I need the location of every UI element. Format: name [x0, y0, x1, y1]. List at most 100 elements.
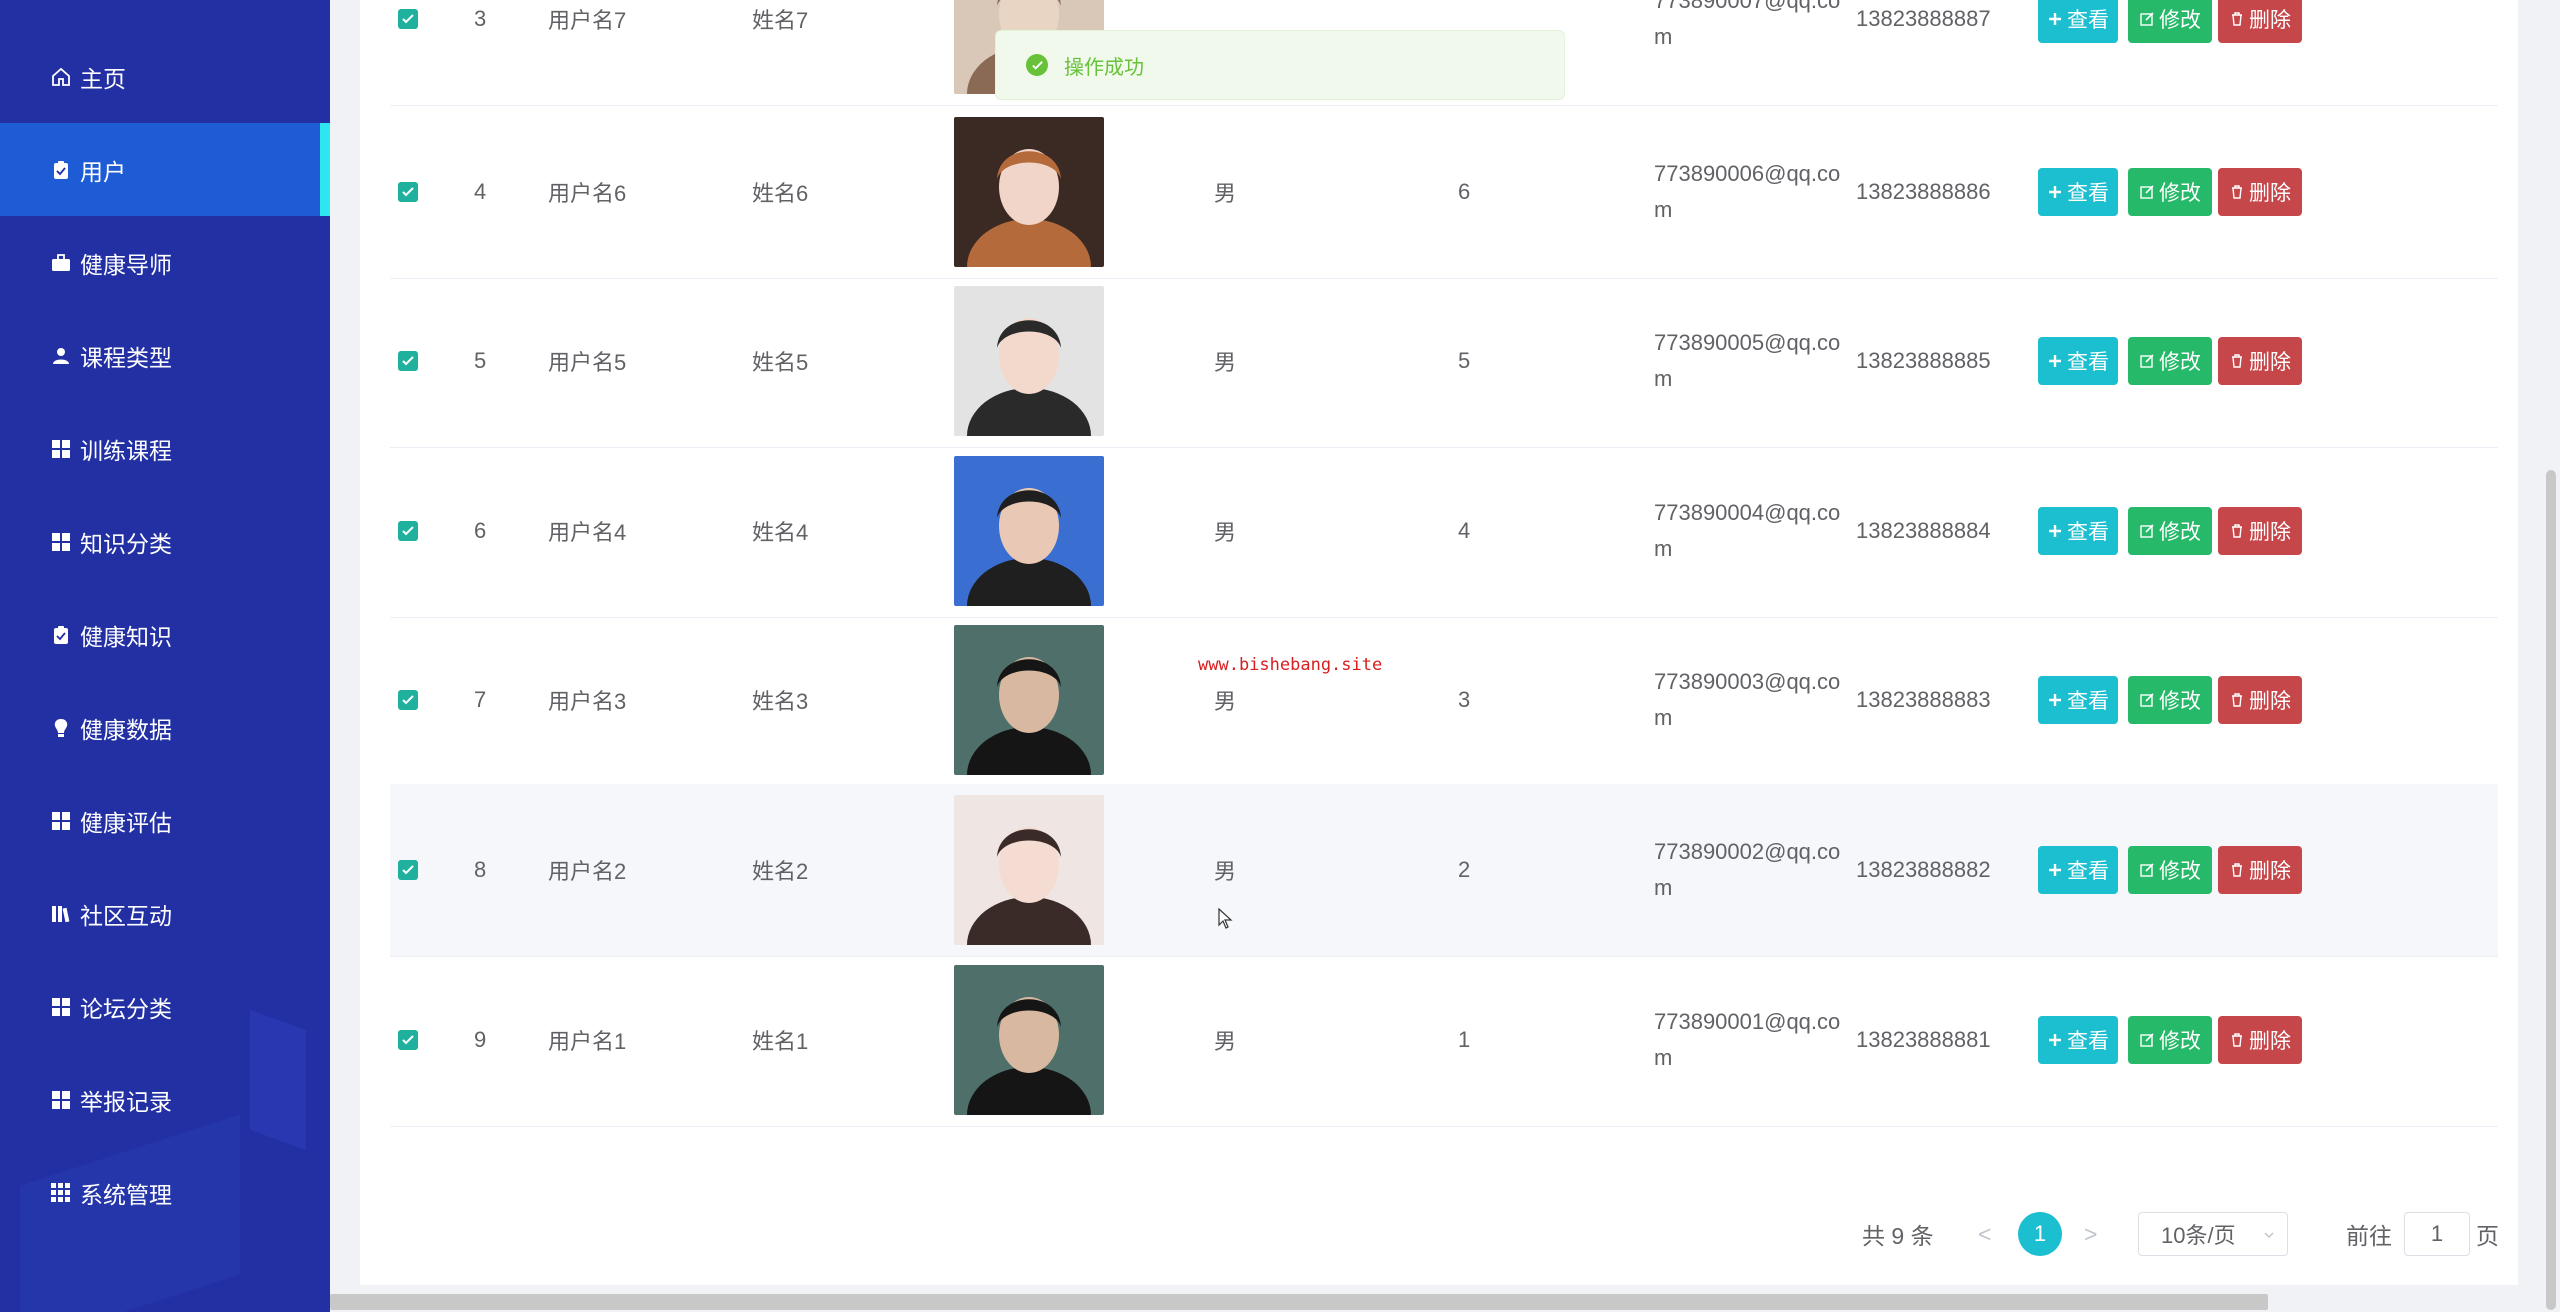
sidebar-item[interactable]: 健康导师: [0, 216, 330, 309]
edit-button[interactable]: 修改: [2128, 676, 2212, 725]
edit-button[interactable]: 修改: [2128, 1015, 2212, 1064]
row-email-cell: 773890006@qq.com: [1654, 106, 1844, 278]
edit-label: 修改: [2159, 8, 2201, 32]
grid-icon: [50, 438, 72, 460]
edit-label: 修改: [2159, 351, 2201, 375]
row-checkbox[interactable]: [398, 181, 418, 202]
sidebar-item[interactable]: 举报记录: [0, 1053, 330, 1146]
row-phone: 13823888887: [1856, 5, 1991, 31]
view-button[interactable]: 查看: [2038, 506, 2118, 555]
plus-icon: [2047, 184, 2063, 200]
row-checkbox[interactable]: [398, 860, 418, 880]
row-name: 姓名2: [752, 859, 809, 884]
view-button[interactable]: 查看: [2038, 167, 2118, 216]
person-icon: [50, 345, 72, 367]
delete-button[interactable]: 删除: [2218, 167, 2302, 216]
plus-icon: [2047, 353, 2063, 369]
prev-page-button[interactable]: <: [1978, 1210, 1991, 1258]
edit-button[interactable]: 修改: [2128, 167, 2212, 216]
row-index: 7: [474, 687, 487, 713]
sidebar-item-label: 训练课程: [80, 437, 172, 464]
next-page-button[interactable]: >: [2084, 1210, 2097, 1258]
delete-button[interactable]: 删除: [2218, 337, 2302, 386]
briefcase-icon: [50, 252, 72, 274]
edit-button[interactable]: 修改: [2128, 337, 2212, 386]
row-avatar-cell: [954, 445, 1104, 617]
apps-icon: [50, 1182, 72, 1204]
page-size-select[interactable]: 10条/页: [2138, 1212, 2288, 1256]
row-name: 姓名5: [752, 350, 809, 376]
delete-button[interactable]: 删除: [2218, 676, 2302, 725]
delete-label: 删除: [2249, 181, 2291, 205]
vertical-scrollbar[interactable]: [2546, 470, 2556, 1310]
sidebar-item-label: 健康数据: [80, 716, 172, 743]
row-phone: 13823888886: [1856, 178, 1991, 204]
row-email-cell: 773890007@qq.com: [1654, 0, 1844, 105]
row-email-cell: 773890003@qq.com: [1654, 614, 1844, 786]
row-name: 姓名4: [752, 519, 809, 545]
row-checkbox[interactable]: [398, 1029, 418, 1050]
row-gender: 男: [1214, 689, 1237, 715]
sidebar-item[interactable]: 健康知识: [0, 588, 330, 681]
sidebar-item[interactable]: 用户: [0, 123, 330, 216]
plus-icon: [2047, 862, 2063, 878]
sidebar-item[interactable]: 健康数据: [0, 681, 330, 774]
sidebar-item-label: 主页: [80, 65, 126, 92]
view-button[interactable]: 查看: [2038, 676, 2118, 725]
row-avatar-cell: [954, 784, 1104, 956]
delete-button[interactable]: 删除: [2218, 846, 2302, 894]
row-checkbox[interactable]: [398, 690, 418, 711]
row-phone: 13823888882: [1856, 857, 1991, 882]
trash-icon: [2229, 11, 2245, 27]
view-button[interactable]: 查看: [2038, 0, 2118, 43]
delete-button[interactable]: 删除: [2218, 0, 2302, 43]
pagination-total: 共 9 条: [1862, 1223, 1934, 1249]
edit-button[interactable]: 修改: [2128, 506, 2212, 555]
goto-page-input[interactable]: [2404, 1212, 2470, 1256]
view-button[interactable]: 查看: [2038, 846, 2118, 894]
row-checkbox[interactable]: [398, 351, 418, 372]
delete-label: 删除: [2249, 860, 2291, 883]
sidebar-item[interactable]: 课程类型: [0, 309, 330, 402]
edit-label: 修改: [2159, 181, 2201, 205]
row-checkbox[interactable]: [398, 8, 418, 29]
view-button[interactable]: 查看: [2038, 1015, 2118, 1064]
sidebar-item[interactable]: 知识分类: [0, 495, 330, 588]
sidebar-item[interactable]: 主页: [0, 30, 330, 123]
delete-button[interactable]: 删除: [2218, 506, 2302, 555]
grid-icon: [50, 810, 72, 832]
view-label: 查看: [2067, 860, 2109, 883]
horizontal-scrollbar[interactable]: [330, 1294, 2268, 1310]
page-number-current[interactable]: 1: [2018, 1212, 2062, 1256]
edit-icon: [2139, 1032, 2155, 1048]
row-email: 773890004@qq.com: [1654, 499, 1841, 561]
row-checkbox[interactable]: [398, 520, 418, 541]
view-label: 查看: [2067, 351, 2109, 375]
view-button[interactable]: 查看: [2038, 337, 2118, 386]
row-username: 用户名1: [548, 1028, 627, 1054]
row-checkbox-cell: [398, 106, 418, 278]
row-index: 5: [474, 348, 487, 374]
row-name: 姓名1: [752, 1028, 809, 1054]
row-avatar-cell: [954, 106, 1104, 278]
edit-button[interactable]: 修改: [2128, 0, 2212, 43]
sidebar-item[interactable]: 系统管理: [0, 1146, 330, 1239]
avatar-image: [954, 625, 1104, 776]
sidebar-item-label: 健康评估: [80, 809, 172, 836]
sidebar-item[interactable]: 健康评估: [0, 774, 330, 867]
delete-button[interactable]: 删除: [2218, 1015, 2302, 1064]
row-age: 5: [1458, 348, 1471, 374]
sidebar-item[interactable]: 论坛分类: [0, 960, 330, 1053]
sidebar-item[interactable]: 社区互动: [0, 867, 330, 960]
row-username: 用户名7: [548, 7, 627, 33]
plus-icon: [2047, 11, 2063, 27]
edit-button[interactable]: 修改: [2128, 846, 2212, 894]
clipboard-icon: [50, 159, 72, 181]
row-index: 6: [474, 517, 487, 543]
edit-icon: [2139, 862, 2155, 878]
table-row: 8 用户名2 姓名2 男 2 773890002@qq.com 13823888882 查看 修…: [390, 784, 2498, 957]
row-email-cell: 773890002@qq.com: [1654, 784, 1844, 956]
sidebar-item[interactable]: 训练课程: [0, 402, 330, 495]
main-content: 3 用户名7 姓名7 773890007@qq.com 13823888887 查看 修改删…: [360, 0, 2518, 1285]
trash-icon: [2229, 353, 2245, 369]
